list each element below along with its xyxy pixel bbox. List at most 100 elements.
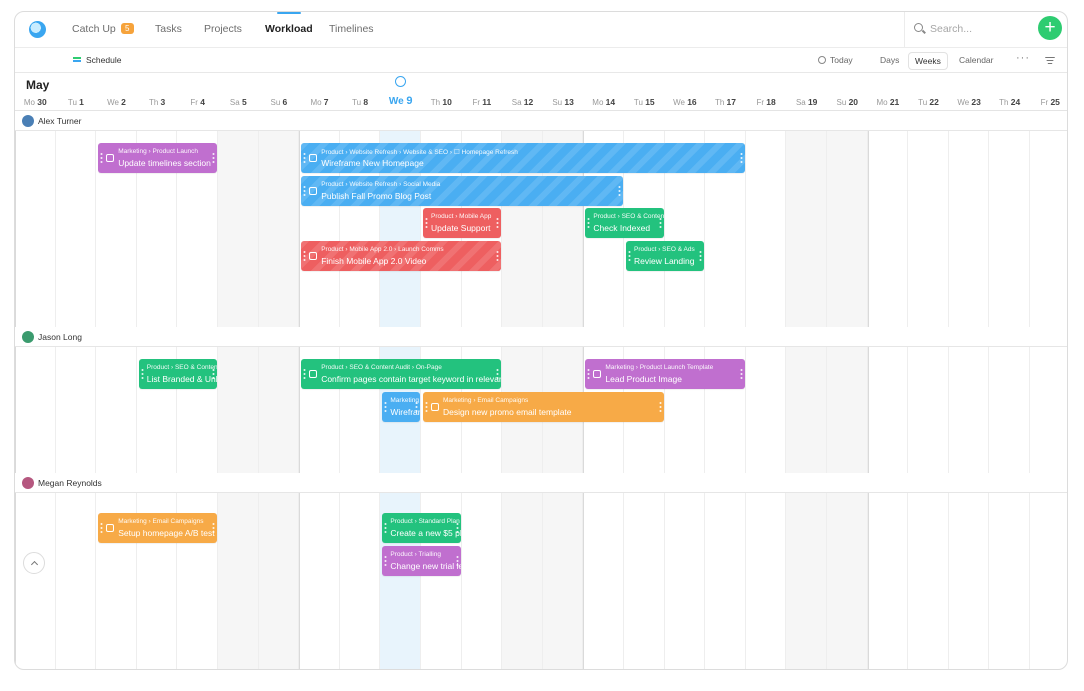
tab-timelines[interactable]: Timelines: [329, 23, 374, 35]
day-column[interactable]: [827, 111, 868, 669]
day-column[interactable]: [56, 111, 97, 669]
task-bar[interactable]: Product › SEO & Content List Branded & Un…: [138, 359, 217, 389]
drag-handle-icon[interactable]: [587, 217, 591, 229]
drag-handle-icon[interactable]: [496, 217, 500, 229]
search-input[interactable]: [930, 21, 1020, 37]
day-column[interactable]: [258, 111, 300, 669]
drag-handle-icon[interactable]: [658, 401, 662, 413]
day-column[interactable]: [96, 111, 137, 669]
task-breadcrumb: Product › SEO & Content: [146, 364, 217, 371]
task-bar[interactable]: Product › Website Refresh › Social Media…: [301, 176, 623, 206]
checkbox-icon[interactable]: [309, 187, 318, 195]
drag-handle-icon[interactable]: [211, 152, 215, 164]
user-row[interactable]: Jason Long: [15, 327, 1067, 347]
today-button[interactable]: Today: [818, 55, 853, 65]
checkbox-icon[interactable]: [309, 154, 318, 162]
day-column[interactable]: [867, 111, 909, 669]
drag-handle-icon[interactable]: [587, 368, 591, 380]
drag-handle-icon[interactable]: [384, 522, 388, 534]
task-bar[interactable]: Product › Mobile App 2.0 › Launch Comms F…: [301, 241, 502, 271]
drag-handle-icon[interactable]: [739, 368, 743, 380]
drag-handle-icon[interactable]: [425, 401, 428, 413]
task-bar[interactable]: Marketing › Product Launch Template Lead …: [585, 359, 745, 389]
day-column[interactable]: [624, 111, 665, 669]
user-row[interactable]: Alex Turner: [15, 111, 1067, 131]
task-bar[interactable]: Marketing › Product Launch Update timelin…: [98, 143, 217, 173]
drag-handle-icon[interactable]: [100, 152, 104, 164]
checkbox-icon[interactable]: [106, 524, 115, 532]
task-bar[interactable]: Product › SEO & Content Check Indexed: [585, 208, 664, 238]
day-number: 5: [241, 97, 247, 107]
day-number: 11: [482, 97, 492, 107]
schedule-view-selector[interactable]: Schedule: [73, 55, 121, 65]
drag-handle-icon[interactable]: [303, 152, 307, 164]
day-header: Th 10: [421, 97, 462, 107]
drag-handle-icon[interactable]: [100, 522, 104, 534]
task-bar[interactable]: Marketing › Email Campaigns Design new pr…: [423, 392, 664, 422]
weeks-button[interactable]: Weeks: [908, 52, 948, 70]
task-bar[interactable]: Marketing › Email Campaigns Setup homepag…: [98, 513, 217, 543]
day-number: 6: [282, 97, 288, 107]
day-column[interactable]: [137, 111, 178, 669]
day-header: We 2: [96, 97, 137, 107]
day-column[interactable]: [705, 111, 746, 669]
task-bar[interactable]: Product › Standard Plan Create a new $5 p…: [382, 513, 461, 543]
task-title: List Branded & Unbranded: [146, 374, 217, 384]
task-bar[interactable]: Product › Website Refresh › Website & SE…: [301, 143, 745, 173]
tab-catch-up[interactable]: Catch Up 5: [72, 23, 134, 35]
drag-handle-icon[interactable]: [617, 185, 621, 197]
drag-handle-icon[interactable]: [425, 217, 428, 229]
day-column[interactable]: [1030, 111, 1067, 669]
tab-workload[interactable]: Workload: [265, 12, 313, 35]
task-bar[interactable]: Marketing Wireframe: [382, 392, 420, 422]
day-header: Mo 14: [583, 97, 624, 107]
day-column[interactable]: [949, 111, 990, 669]
checkbox-icon[interactable]: [309, 370, 318, 378]
days-button[interactable]: Days: [880, 55, 899, 65]
day-column[interactable]: [15, 111, 56, 669]
day-column[interactable]: [177, 111, 218, 669]
avatar: [22, 115, 34, 127]
today-sun-icon: [395, 76, 407, 87]
day-column[interactable]: [746, 111, 787, 669]
task-bar[interactable]: Product › Mobile App Update Support: [423, 208, 502, 238]
day-column[interactable]: [665, 111, 706, 669]
drag-handle-icon[interactable]: [739, 152, 743, 164]
drag-handle-icon[interactable]: [303, 185, 307, 197]
day-of-week: Mo: [592, 98, 606, 107]
task-breadcrumb: Product › Website Refresh › Social Media: [321, 181, 441, 188]
day-header: We 23: [949, 97, 990, 107]
chevron-up-icon[interactable]: [23, 552, 45, 574]
drag-handle-icon[interactable]: [140, 368, 144, 380]
checkbox-icon[interactable]: [309, 252, 318, 260]
drag-handle-icon[interactable]: [496, 250, 500, 262]
task-bar[interactable]: Product › SEO & Content Audit › On-Page C…: [301, 359, 502, 389]
drag-handle-icon[interactable]: [303, 250, 307, 262]
drag-handle-icon[interactable]: [384, 401, 388, 413]
day-column[interactable]: [908, 111, 949, 669]
day-column[interactable]: [989, 111, 1030, 669]
day-of-week: We: [388, 96, 407, 107]
drag-handle-icon[interactable]: [384, 555, 388, 567]
checkbox-icon[interactable]: [106, 154, 115, 162]
add-button[interactable]: +: [1038, 16, 1062, 40]
app-logo-icon[interactable]: [29, 21, 46, 38]
tab-tasks[interactable]: Tasks: [155, 23, 182, 35]
task-bar[interactable]: Product › Trialling Change new trial leng…: [382, 546, 461, 576]
tab-projects[interactable]: Projects: [204, 23, 242, 35]
day-column[interactable]: [786, 111, 827, 669]
calendar-button[interactable]: Calendar: [959, 55, 994, 65]
user-row[interactable]: Megan Reynolds: [15, 473, 1067, 493]
drag-handle-icon[interactable]: [303, 368, 307, 380]
checkbox-icon[interactable]: [593, 370, 602, 378]
filter-icon[interactable]: [1045, 57, 1055, 64]
day-of-week: Sa: [795, 98, 808, 107]
checkbox-icon[interactable]: [431, 403, 439, 411]
day-column[interactable]: [218, 111, 259, 669]
more-horizontal-icon[interactable]: ···: [1016, 52, 1030, 64]
day-header: Sa 12: [502, 97, 543, 107]
drag-handle-icon[interactable]: [628, 250, 631, 262]
day-number: 18: [766, 97, 776, 107]
drag-handle-icon[interactable]: [699, 250, 703, 262]
task-bar[interactable]: Product › SEO & Ads Review Landing: [626, 241, 705, 271]
